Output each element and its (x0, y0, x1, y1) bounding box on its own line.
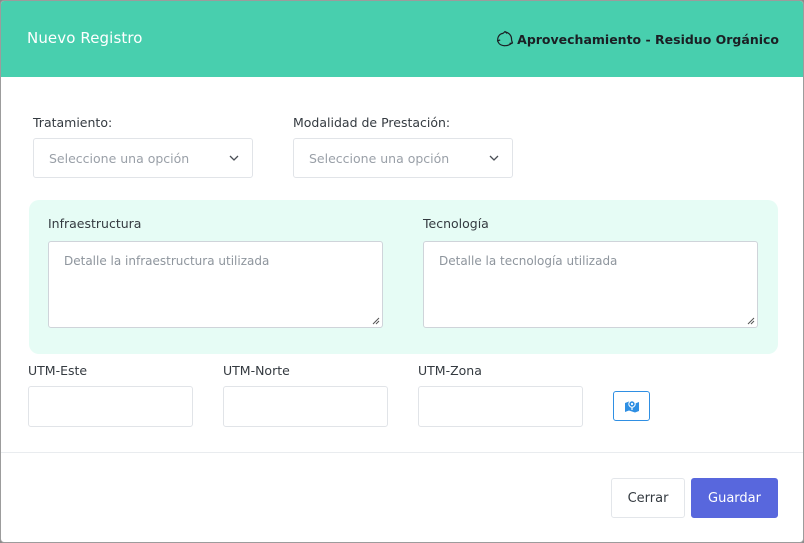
infraestructura-textarea[interactable]: Detalle la infraestructura utilizada (48, 241, 383, 328)
utm-zona-label: UTM-Zona (418, 363, 482, 378)
recycle-icon (497, 30, 514, 47)
utm-norte-label: UTM-Norte (223, 363, 290, 378)
utm-este-label: UTM-Este (28, 363, 88, 378)
modal-title: Nuevo Registro (27, 29, 143, 47)
save-button[interactable]: Guardar (691, 478, 778, 518)
footer-divider (1, 452, 803, 453)
modalidad-select[interactable]: Seleccione una opción (293, 138, 513, 178)
resize-grip-icon[interactable] (747, 317, 755, 325)
context-label: Aprovechamiento - Residuo Orgánico (517, 31, 779, 47)
tratamiento-label: Tratamiento: (33, 115, 113, 130)
tecnologia-textarea[interactable]: Detalle la tecnología utilizada (423, 241, 758, 328)
map-marker-icon (624, 400, 639, 413)
utm-zona-input[interactable] (418, 386, 583, 427)
tratamiento-select[interactable]: Seleccione una opción (33, 138, 253, 178)
tecnologia-label: Tecnología (423, 216, 489, 231)
utm-este-input[interactable] (28, 386, 193, 427)
resize-grip-icon[interactable] (372, 317, 380, 325)
tecnologia-placeholder: Detalle la tecnología utilizada (439, 254, 618, 268)
chevron-down-icon (489, 155, 499, 161)
modal-header: Nuevo Registro Aprovechamiento - Residuo… (1, 1, 803, 77)
infraestructura-label: Infraestructura (48, 216, 142, 231)
tratamiento-selected: Seleccione una opción (49, 151, 190, 166)
chevron-down-icon (229, 155, 239, 161)
new-record-modal: Nuevo Registro Aprovechamiento - Residuo… (0, 0, 804, 543)
infra-tech-panel: Infraestructura Detalle la infraestructu… (29, 200, 778, 354)
utm-norte-input[interactable] (223, 386, 388, 427)
close-button[interactable]: Cerrar (611, 478, 685, 518)
map-location-button[interactable] (613, 391, 650, 421)
modal-context: Aprovechamiento - Residuo Orgánico (496, 30, 779, 48)
infraestructura-placeholder: Detalle la infraestructura utilizada (64, 254, 270, 268)
modalidad-label: Modalidad de Prestación: (293, 115, 451, 130)
modalidad-selected: Seleccione una opción (309, 151, 450, 166)
